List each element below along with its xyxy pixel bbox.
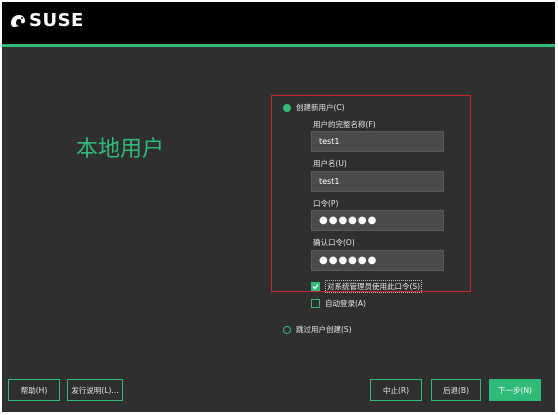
checkmark-icon: [312, 284, 319, 290]
password-input[interactable]: ●●●●●●: [311, 210, 444, 231]
back-button[interactable]: 后退(B): [431, 379, 481, 401]
suse-logo: SUSE: [10, 10, 84, 31]
auto-login-label: 自动登录(A): [325, 299, 366, 308]
auto-login-option[interactable]: 自动登录(A): [311, 298, 366, 309]
chameleon-icon: [11, 14, 25, 27]
create-user-radio[interactable]: [283, 103, 291, 112]
brand-name: SUSE: [29, 10, 84, 31]
auto-login-checkbox[interactable]: [311, 299, 320, 308]
full-name-input[interactable]: test1: [311, 131, 444, 152]
create-user-label: 创建新用户(C): [296, 103, 345, 112]
confirm-password-input[interactable]: ●●●●●●: [311, 250, 444, 271]
full-name-label: 用户的完整名称(F): [313, 120, 376, 129]
use-for-admin-checkbox[interactable]: [311, 282, 320, 291]
top-bar: SUSE: [2, 2, 555, 44]
password-label: 口令(P): [313, 199, 339, 208]
use-for-admin-label: 对系统管理员使用此口令(S): [325, 280, 423, 293]
confirm-password-label: 确认口令(O): [313, 238, 355, 247]
create-user-option[interactable]: 创建新用户(C): [283, 102, 345, 113]
next-button[interactable]: 下一步(N): [489, 379, 541, 401]
skip-user-label: 跳过用户创建(S): [296, 325, 352, 334]
username-input[interactable]: test1: [311, 171, 444, 192]
username-label: 用户名(U): [313, 159, 347, 168]
page-title: 本地用户: [76, 137, 165, 162]
release-notes-button[interactable]: 发行说明(L)...: [67, 379, 123, 401]
abort-button[interactable]: 中止(R): [370, 379, 422, 401]
use-for-admin-option[interactable]: 对系统管理员使用此口令(S): [311, 280, 423, 293]
header-accent-line: [2, 44, 555, 47]
skip-user-radio[interactable]: [283, 325, 291, 334]
help-button[interactable]: 帮助(H): [8, 379, 60, 401]
skip-user-option[interactable]: 跳过用户创建(S): [283, 324, 352, 335]
